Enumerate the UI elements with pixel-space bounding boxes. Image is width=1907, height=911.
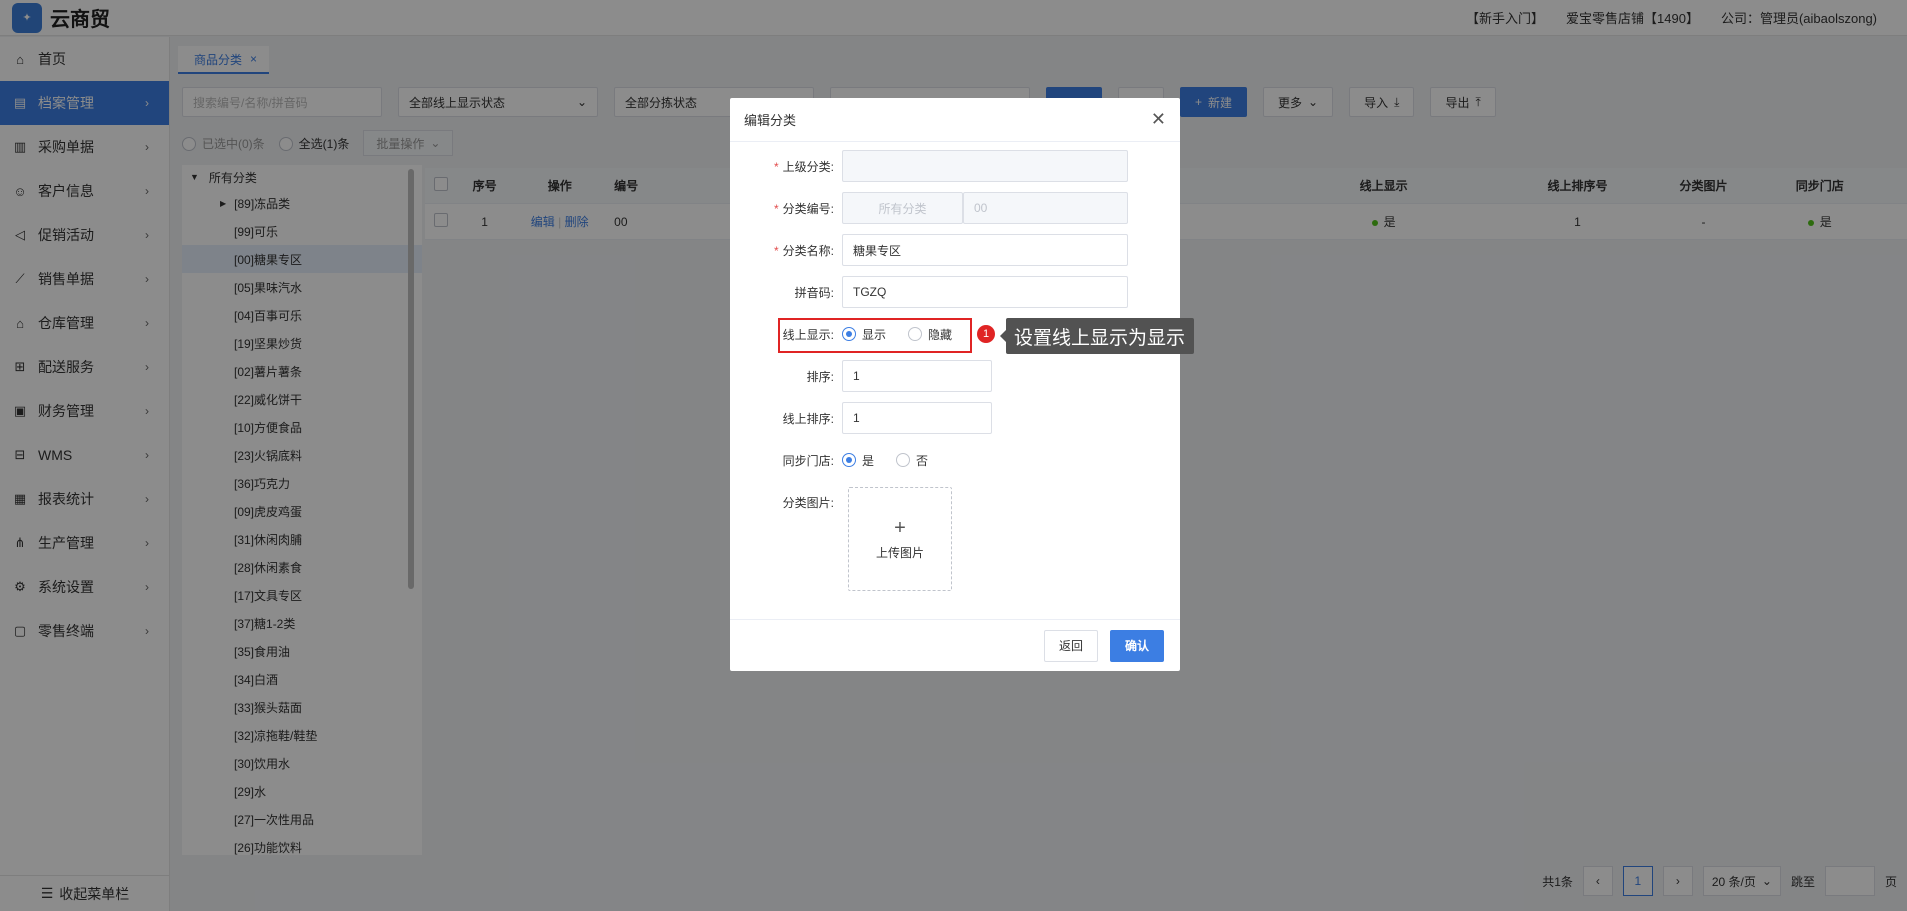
highlight-box (778, 318, 972, 353)
edit-category-dialog: 编辑分类 ✕ * 上级分类: * 分类编号: 所有分类 00 * 分类名称: 糖果专区… (730, 98, 1180, 671)
code-prefix-field: 所有分类 (842, 192, 963, 224)
sync-yes-radio[interactable]: 是 (842, 452, 874, 469)
step-badge: 1 (977, 325, 995, 343)
category-name-row: * 分类名称: 糖果专区 (730, 234, 1180, 266)
plus-icon: + (894, 516, 906, 539)
pinyin-label: 拼音码: (794, 285, 834, 300)
upload-image-label: 上传图片 (875, 545, 924, 560)
category-name-label: * 分类名称: (773, 243, 834, 258)
sync-store-label: 同步门店: (782, 453, 834, 468)
parent-category-field[interactable] (842, 150, 1128, 182)
online-sort-input[interactable]: 1 (842, 402, 992, 434)
sort-input[interactable]: 1 (842, 360, 992, 392)
confirm-button[interactable]: 确认 (1109, 629, 1164, 662)
sync-store-row: 同步门店: 是 否 (730, 444, 1180, 476)
pinyin-row: 拼音码: TGZQ (730, 276, 1180, 308)
back-button[interactable]: 返回 (1043, 629, 1098, 662)
category-code-label: * 分类编号: (773, 201, 834, 216)
sort-row: 排序: 1 (730, 360, 1180, 392)
sync-no-radio[interactable]: 否 (896, 452, 928, 469)
pinyin-input[interactable]: TGZQ (842, 276, 1128, 308)
close-icon[interactable]: ✕ (1151, 109, 1166, 130)
radio-checked-icon (842, 453, 856, 467)
radio-icon (896, 453, 911, 467)
dialog-header: 编辑分类 ✕ (730, 98, 1180, 142)
category-image-row: 分类图片: (730, 486, 1180, 518)
category-code-input[interactable]: 00 (963, 192, 1128, 224)
sync-yes-label: 是 (862, 453, 875, 468)
dialog-title: 编辑分类 (744, 113, 797, 128)
category-code-row: * 分类编号: 所有分类 00 (730, 192, 1180, 224)
category-name-input[interactable]: 糖果专区 (842, 234, 1128, 266)
online-sort-label: 线上排序: (782, 411, 834, 426)
sync-no-label: 否 (916, 453, 929, 468)
category-image-label: 分类图片: (782, 495, 834, 510)
instruction-tooltip: 设置线上显示为显示 (1000, 318, 1194, 354)
upload-image-button[interactable]: + 上传图片 (848, 487, 952, 591)
dialog-footer: 返回 确认 (730, 619, 1180, 671)
online-sort-row: 线上排序: 1 (730, 402, 1180, 434)
parent-category-label: * 上级分类: (773, 159, 834, 174)
sort-label: 排序: (806, 369, 834, 384)
parent-category-row: * 上级分类: (730, 150, 1180, 182)
